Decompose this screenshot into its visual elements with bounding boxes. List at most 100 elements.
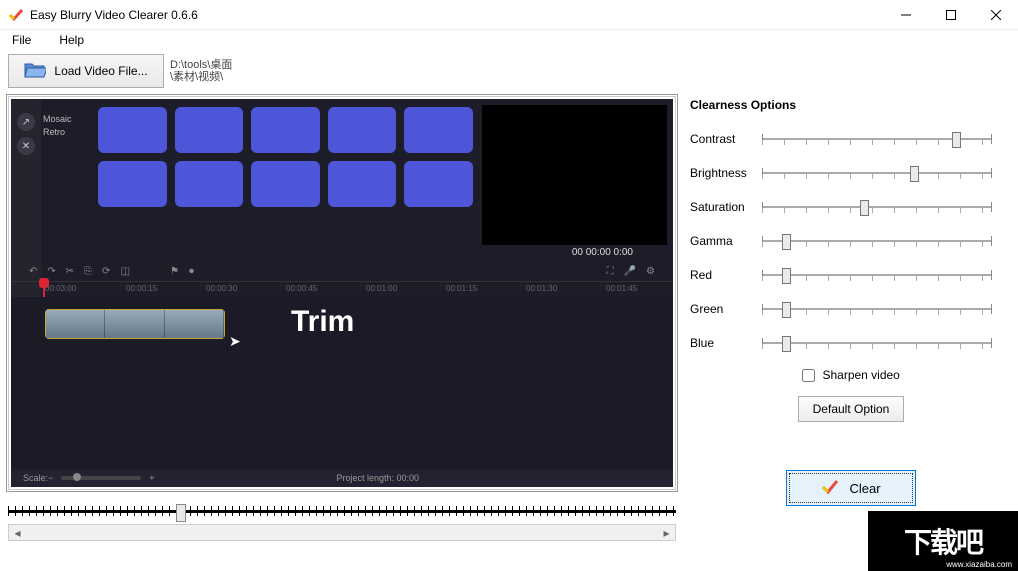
zoom-out-icon[interactable]: − xyxy=(48,473,53,483)
contrast-slider[interactable] xyxy=(762,129,1012,149)
ruler-label: 00:00:30 xyxy=(206,284,237,293)
red-slider[interactable] xyxy=(762,265,1012,285)
cut-icon[interactable]: ✂ xyxy=(66,266,74,277)
blue-slider[interactable] xyxy=(762,333,1012,353)
effect-tile[interactable] xyxy=(175,161,244,207)
menu-help[interactable]: Help xyxy=(55,31,88,49)
marker-icon[interactable]: ⚑ xyxy=(170,266,179,277)
rotate-icon[interactable]: ⟳ xyxy=(102,266,110,277)
open-folder-icon xyxy=(24,61,46,82)
checkmark-icon xyxy=(821,478,839,499)
seek-slider-wrap: ◂ ▸ xyxy=(6,500,678,543)
tool-arrow-icon[interactable]: ↗ xyxy=(17,113,35,131)
undo-icon[interactable]: ↶ xyxy=(29,266,37,277)
option-row-red: Red xyxy=(690,258,1012,292)
effect-tile[interactable] xyxy=(404,107,473,153)
video-preview[interactable]: ↗ ✕ Mosaic Retro xyxy=(11,99,673,487)
preview-toolbar: ↶ ↷ ✂ ⎘ ⟳ ◫ ⚑ ⏺ ⛶ 🎤 ⚙ xyxy=(11,261,673,281)
timeline-ruler[interactable]: 00:03:00 00:00:15 00:00:30 00:00:45 00:0… xyxy=(11,281,673,297)
option-row-gamma: Gamma xyxy=(690,224,1012,258)
scroll-right-icon[interactable]: ▸ xyxy=(658,525,675,540)
option-label: Red xyxy=(690,268,762,282)
green-slider[interactable] xyxy=(762,299,1012,319)
effect-tile[interactable] xyxy=(98,161,167,207)
seek-slider[interactable] xyxy=(8,502,676,520)
seek-thumb[interactable] xyxy=(176,504,186,522)
slider-thumb[interactable] xyxy=(910,166,919,182)
clip-thumbnail xyxy=(46,310,105,338)
gamma-slider[interactable] xyxy=(762,231,1012,251)
default-option-button[interactable]: Default Option xyxy=(798,396,905,422)
sharpen-checkbox-label[interactable]: Sharpen video xyxy=(802,368,900,382)
slider-thumb[interactable] xyxy=(782,336,791,352)
sharpen-label-text: Sharpen video xyxy=(822,368,899,382)
mic-icon[interactable]: 🎤 xyxy=(624,266,636,277)
effect-tile[interactable] xyxy=(98,107,167,153)
ruler-label: 00:03:00 xyxy=(45,284,76,293)
effect-tile[interactable] xyxy=(175,107,244,153)
titlebar: Easy Blurry Video Clearer 0.6.6 xyxy=(0,0,1018,30)
preview-frame: ↗ ✕ Mosaic Retro xyxy=(6,94,678,492)
menu-file[interactable]: File xyxy=(8,31,35,49)
timeline-tracks[interactable]: Trim ➤ xyxy=(11,297,673,469)
watermark: 下载吧 www.xiazaiba.com xyxy=(868,511,1018,571)
effect-grid xyxy=(43,107,473,257)
option-label: Green xyxy=(690,302,762,316)
window-title: Easy Blurry Video Clearer 0.6.6 xyxy=(30,8,883,22)
effect-tile[interactable] xyxy=(251,161,320,207)
slider-thumb[interactable] xyxy=(860,200,869,216)
options-panel: Clearness Options ContrastBrightnessSatu… xyxy=(678,94,1012,543)
project-length-label: Project length: 00:00 xyxy=(155,473,601,483)
option-label: Saturation xyxy=(690,200,762,214)
ruler-label: 00:01:45 xyxy=(606,284,637,293)
main-area: ↗ ✕ Mosaic Retro xyxy=(0,92,1018,549)
fullscreen-icon[interactable]: ⛶ xyxy=(607,266,614,277)
load-video-label: Load Video File... xyxy=(54,64,147,78)
option-row-saturation: Saturation xyxy=(690,190,1012,224)
brightness-slider[interactable] xyxy=(762,163,1012,183)
clear-button[interactable]: Clear xyxy=(786,470,916,506)
trim-overlay-label: Trim xyxy=(291,305,354,339)
redo-icon[interactable]: ↷ xyxy=(47,266,55,277)
clip-thumbnail xyxy=(105,310,164,338)
load-video-button[interactable]: Load Video File... xyxy=(8,54,164,88)
preview-monitor xyxy=(482,105,667,245)
option-row-contrast: Contrast xyxy=(690,122,1012,156)
record-icon[interactable]: ⏺ xyxy=(189,266,194,277)
slider-thumb[interactable] xyxy=(782,302,791,318)
maximize-button[interactable] xyxy=(928,0,973,30)
clip-thumbnail xyxy=(165,310,224,338)
minimize-button[interactable] xyxy=(883,0,928,30)
tool-close-icon[interactable]: ✕ xyxy=(17,137,35,155)
settings-icon[interactable]: ⚙ xyxy=(646,266,655,277)
sharpen-row: Sharpen video xyxy=(690,368,1012,382)
slider-thumb[interactable] xyxy=(952,132,961,148)
slider-thumb[interactable] xyxy=(782,268,791,284)
preview-footer: Scale: − + Project length: 00:00 xyxy=(11,469,673,487)
horizontal-scrollbar[interactable]: ◂ ▸ xyxy=(8,524,676,541)
cursor-icon: ➤ xyxy=(229,333,241,350)
effect-tile[interactable] xyxy=(251,107,320,153)
copy-icon[interactable]: ⎘ xyxy=(84,266,92,277)
option-label: Contrast xyxy=(690,132,762,146)
sharpen-checkbox[interactable] xyxy=(802,369,815,382)
close-button[interactable] xyxy=(973,0,1018,30)
effect-tile[interactable] xyxy=(404,161,473,207)
toolbar: Load Video File... D:\tools\桌面\素材\视频\ xyxy=(0,50,1018,92)
scale-label: Scale: xyxy=(23,473,48,483)
ruler-label: 00:00:45 xyxy=(286,284,317,293)
zoom-slider[interactable] xyxy=(61,476,141,480)
scroll-left-icon[interactable]: ◂ xyxy=(9,525,26,540)
saturation-slider[interactable] xyxy=(762,197,1012,217)
video-clip[interactable] xyxy=(45,309,225,339)
effect-tile[interactable] xyxy=(328,161,397,207)
option-label: Blue xyxy=(690,336,762,350)
app-icon xyxy=(8,7,24,23)
ruler-label: 00:01:15 xyxy=(446,284,477,293)
effect-tile[interactable] xyxy=(328,107,397,153)
slider-thumb[interactable] xyxy=(782,234,791,250)
preview-timecode: 00 00:00 0:00 xyxy=(572,247,633,258)
option-row-blue: Blue xyxy=(690,326,1012,360)
clear-label: Clear xyxy=(849,481,880,496)
crop-icon[interactable]: ◫ xyxy=(121,266,130,277)
